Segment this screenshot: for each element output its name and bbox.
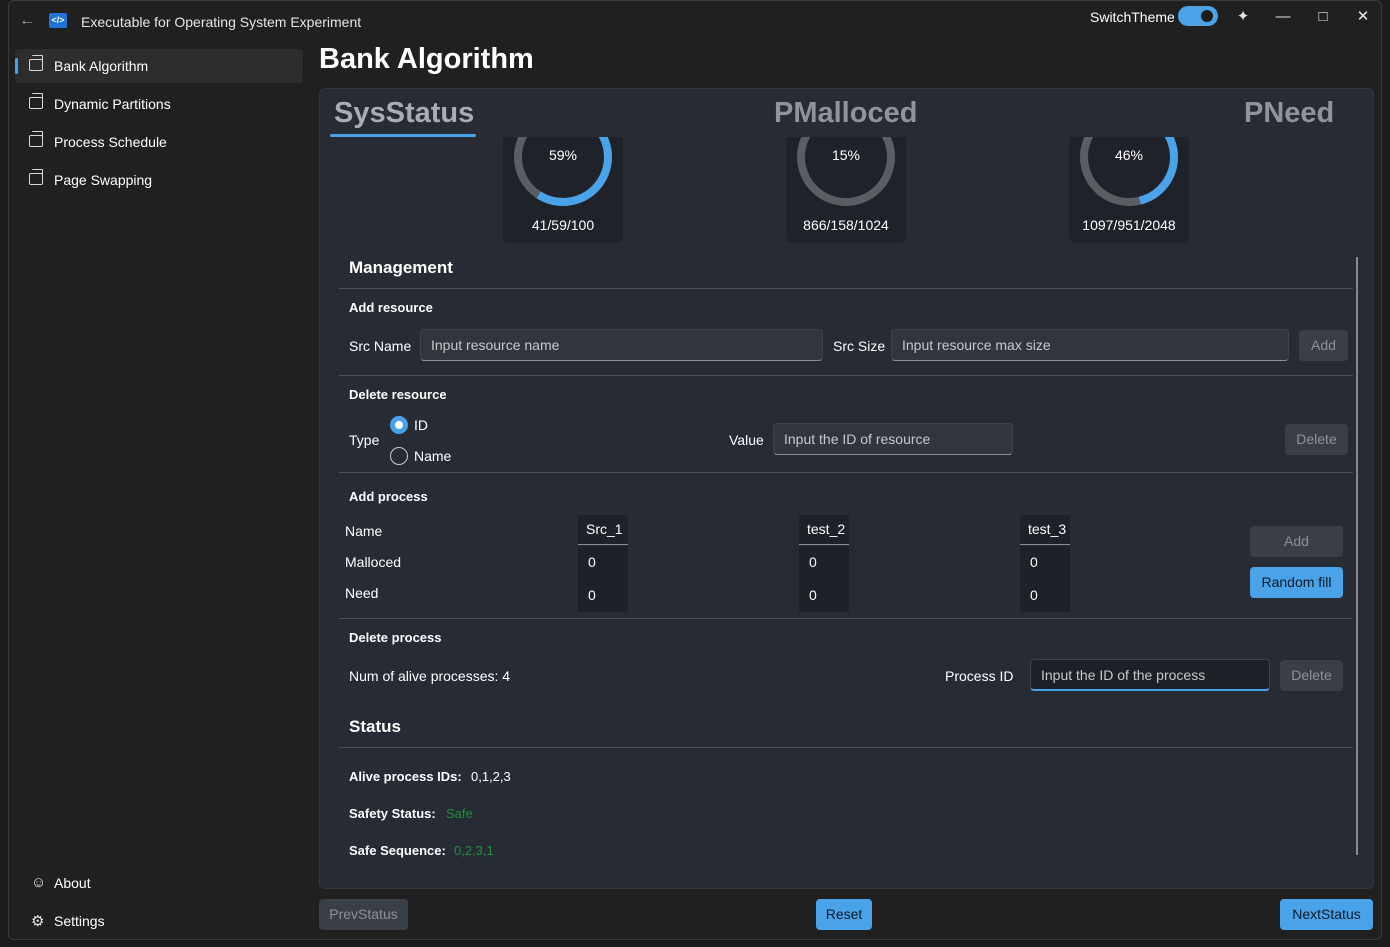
src-name-label: Src Name [349, 338, 412, 354]
minimize-button[interactable]: — [1269, 5, 1297, 29]
safety-status-label: Safety Status: [349, 806, 436, 821]
row-label-malloced: Malloced [345, 554, 402, 570]
window-title: Executable for Operating System Experime… [81, 14, 362, 30]
process-id-label: Process ID [945, 668, 1014, 684]
window-icon [29, 169, 43, 185]
radio-name-label: Name [414, 448, 452, 464]
resource-column-header: test_3 [1020, 515, 1070, 545]
window-icon [29, 131, 43, 147]
radio-id-label: ID [414, 417, 428, 433]
src-size-input[interactable]: Input resource max size [891, 329, 1289, 361]
main-card: SysStatus PMalloced PNeed 59% 41/59/100 … [319, 88, 1374, 889]
window-icon [29, 55, 43, 71]
src-size-label: Src Size [833, 338, 886, 354]
next-status-button[interactable]: NextStatus [1280, 899, 1373, 930]
radio-id[interactable] [390, 416, 408, 434]
sidebar-item-label: Dynamic Partitions [54, 96, 171, 112]
add-process-heading: Add process [349, 489, 428, 504]
person-icon: ☺ [31, 874, 47, 891]
safe-sequence-label: Safe Sequence: [349, 843, 446, 858]
close-button[interactable]: ✕ [1349, 5, 1377, 29]
alive-process-count: Num of alive processes: 4 [349, 668, 511, 684]
malloced-cell[interactable]: 0 [1020, 546, 1070, 579]
src-name-input[interactable]: Input resource name [420, 329, 823, 361]
app-logo-icon: </> [49, 13, 67, 28]
switch-theme-toggle[interactable] [1178, 6, 1218, 26]
tab-pmalloced[interactable]: PMalloced [774, 97, 917, 130]
delete-process-button[interactable]: Delete [1280, 660, 1343, 691]
add-process-button[interactable]: Add [1250, 526, 1343, 557]
divider [339, 472, 1353, 473]
resource-column-header: Src_1 [578, 515, 628, 545]
divider [339, 618, 1353, 619]
tab-indicator [330, 134, 476, 137]
gauge-ratio: 1097/951/2048 [1082, 217, 1176, 233]
window-icon [29, 93, 43, 109]
management-heading: Management [349, 258, 453, 277]
sidebar-item-label: Page Swapping [54, 172, 153, 188]
gear-icon: ⚙ [31, 913, 45, 930]
gauge-percent: 46% [1114, 147, 1144, 163]
resource-value-input[interactable]: Input the ID of resource [773, 423, 1013, 455]
sidebar-item-page-swapping[interactable]: Page Swapping [15, 163, 303, 197]
app-window: ← </> Executable for Operating System Ex… [8, 0, 1382, 940]
type-label: Type [349, 432, 380, 448]
add-resource-heading: Add resource [349, 300, 433, 315]
switch-theme-label: SwitchTheme [1090, 9, 1175, 25]
sidebar-item-bank-algorithm[interactable]: Bank Algorithm [15, 49, 303, 83]
gauge-ratio: 866/158/1024 [803, 217, 889, 233]
safe-sequence-value: 0,2,3,1 [454, 843, 494, 858]
safety-status-value: Safe [446, 806, 473, 821]
sidebar-item-label: About [54, 875, 91, 891]
sidebar-item-label: Process Schedule [54, 134, 167, 150]
gauge-card: 59% 41/59/100 [503, 137, 623, 243]
radio-name[interactable] [390, 447, 408, 465]
sidebar-item-label: Settings [54, 913, 105, 929]
need-cell[interactable]: 0 [799, 579, 849, 612]
sidebar: Bank Algorithm Dynamic Partitions Proces… [9, 41, 309, 939]
alive-ids-label: Alive process IDs: [349, 769, 462, 784]
title-bar: ← </> Executable for Operating System Ex… [9, 1, 1381, 41]
pin-icon[interactable]: ✦ [1229, 5, 1257, 29]
delete-process-heading: Delete process [349, 630, 442, 645]
row-label-name: Name [345, 523, 383, 539]
sidebar-item-label: Bank Algorithm [54, 58, 149, 74]
maximize-button[interactable]: □ [1309, 5, 1337, 29]
gauge-percent: 15% [831, 147, 861, 163]
gauge-ratio: 41/59/100 [531, 217, 595, 233]
gauge-percent: 59% [548, 147, 578, 163]
malloced-cell[interactable]: 0 [799, 546, 849, 579]
prev-status-button[interactable]: PrevStatus [319, 899, 408, 930]
value-label: Value [729, 432, 764, 448]
reset-button[interactable]: Reset [816, 899, 872, 930]
divider [339, 375, 1353, 376]
sidebar-item-about[interactable]: ☺ About [15, 866, 303, 900]
tab-sysstatus[interactable]: SysStatus [334, 97, 474, 130]
delete-resource-button[interactable]: Delete [1285, 424, 1348, 455]
malloced-cell[interactable]: 0 [578, 546, 628, 579]
need-cell[interactable]: 0 [1020, 579, 1070, 612]
gauge-card: 46% 1097/951/2048 [1069, 137, 1189, 243]
status-heading: Status [349, 717, 401, 736]
back-arrow-icon[interactable]: ← [19, 11, 39, 31]
add-resource-button[interactable]: Add [1299, 330, 1348, 361]
tab-pneed[interactable]: PNeed [1244, 97, 1334, 130]
resource-column-header: test_2 [799, 515, 849, 545]
process-id-input[interactable]: Input the ID of the process [1030, 659, 1270, 691]
need-cell[interactable]: 0 [578, 579, 628, 612]
page-title: Bank Algorithm [319, 43, 534, 75]
sidebar-item-process-schedule[interactable]: Process Schedule [15, 125, 303, 159]
sidebar-item-dynamic-partitions[interactable]: Dynamic Partitions [15, 87, 303, 121]
delete-resource-heading: Delete resource [349, 387, 447, 402]
vertical-scrollbar[interactable] [1356, 257, 1358, 855]
divider [339, 747, 1353, 748]
sidebar-item-settings[interactable]: ⚙ Settings [15, 904, 303, 938]
random-fill-button[interactable]: Random fill [1250, 567, 1343, 598]
divider [339, 288, 1353, 289]
row-label-need: Need [345, 585, 379, 601]
alive-ids-value: 0,1,2,3 [471, 769, 511, 784]
gauge-card: 15% 866/158/1024 [786, 137, 906, 243]
